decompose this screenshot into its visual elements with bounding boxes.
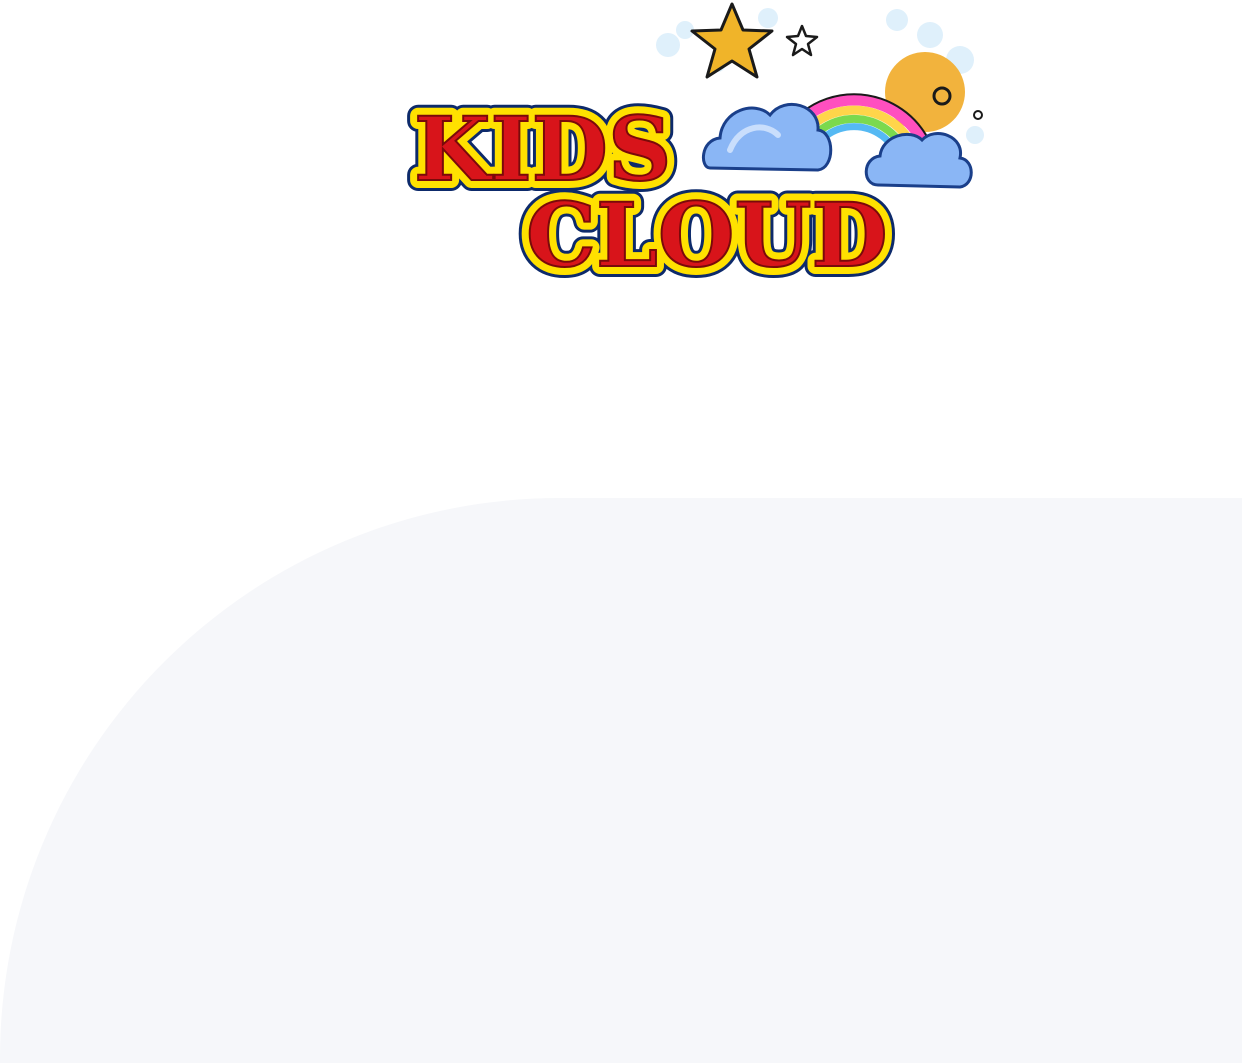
cloud-icon [864, 132, 973, 189]
small-star-icon [785, 24, 819, 57]
kids-cloud-logo: KIDS KIDS KIDS CLOUD CLOUD CLOUD [400, 0, 1000, 295]
cloud-icon [701, 102, 833, 172]
logo-wordmark-cloud: CLOUD CLOUD CLOUD [515, 172, 899, 295]
content-panel [0, 498, 1242, 1063]
screen: KIDS KIDS KIDS CLOUD CLOUD CLOUD [0, 0, 1242, 1063]
svg-text:CLOUD: CLOUD [526, 183, 888, 287]
